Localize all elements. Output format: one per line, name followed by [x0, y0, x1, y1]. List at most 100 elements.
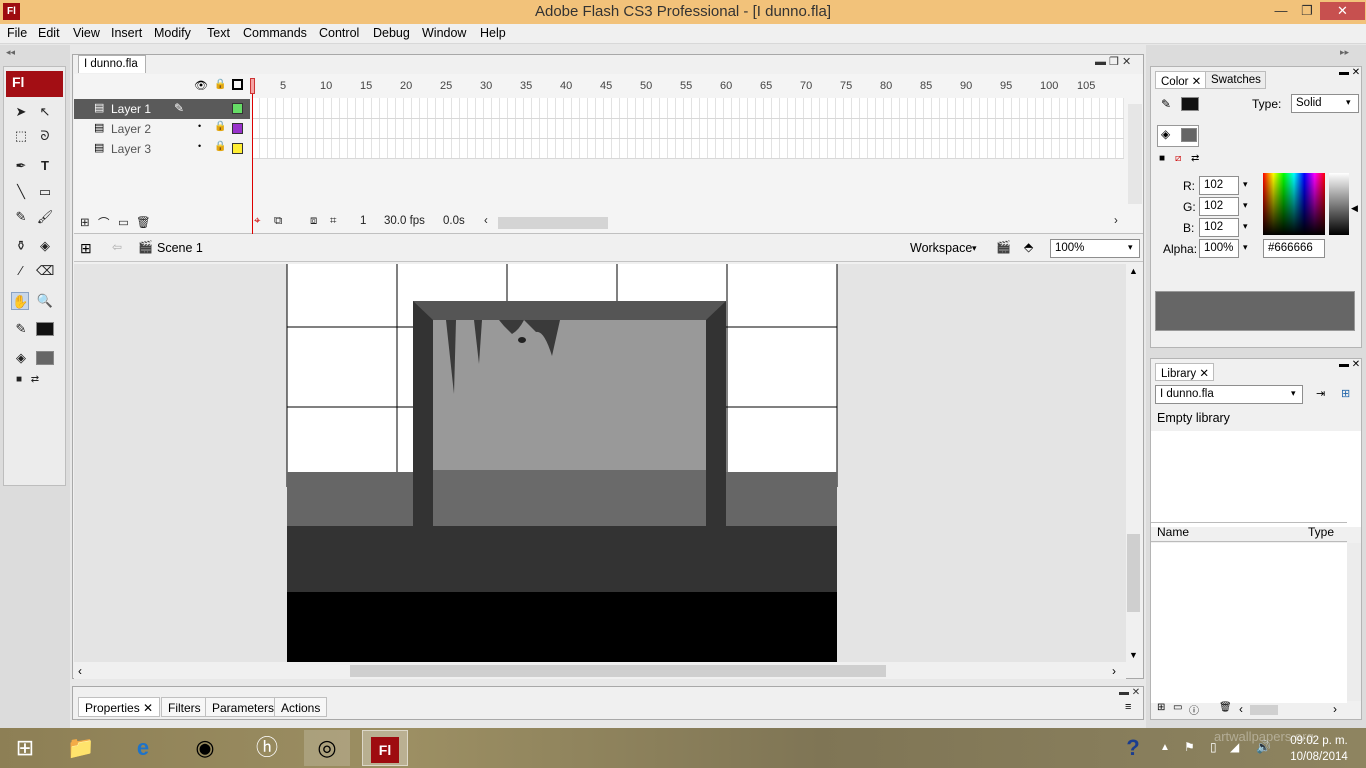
properties-icon[interactable]: ⓘ — [1189, 702, 1199, 717]
outline-icon[interactable] — [232, 79, 243, 90]
lock-icon[interactable]: 🔒 — [214, 121, 226, 132]
rectangle-tool-icon[interactable]: ▭ — [36, 183, 54, 201]
zoom-field[interactable]: 100% — [1050, 239, 1140, 258]
panel-controls[interactable]: ▬ ✕ — [1119, 687, 1140, 698]
visible-dot-icon[interactable]: • — [198, 141, 201, 151]
menu-debug[interactable]: Debug — [373, 26, 410, 40]
hp-icon[interactable]: ⓗ — [244, 730, 290, 766]
tab-filters[interactable]: Filters — [161, 697, 208, 717]
workspace-menu[interactable]: Workspace — [910, 241, 972, 255]
stage-hscroll[interactable]: ‹ › — [74, 663, 1126, 679]
library-list[interactable] — [1151, 543, 1347, 703]
flash-taskbar-icon[interactable]: Fl — [362, 730, 408, 766]
delete-icon[interactable]: 🗑 — [1219, 702, 1232, 713]
layer-row[interactable]: ▤ Layer 1 ✎ — [74, 99, 250, 119]
layer-row[interactable]: ▤ Layer 2 • 🔒 — [74, 119, 250, 139]
col-name[interactable]: Name — [1157, 525, 1189, 539]
layer-row[interactable]: ▤ Layer 3 • 🔒 — [74, 139, 250, 159]
alpha-input[interactable]: 100% — [1199, 239, 1239, 258]
green-input[interactable]: 102 — [1199, 197, 1239, 216]
scroll-right-icon[interactable]: › — [1114, 215, 1118, 227]
maximize-button[interactable]: ❐ — [1294, 2, 1320, 20]
playhead[interactable] — [250, 78, 255, 94]
scroll-left-icon[interactable]: ‹ — [1239, 702, 1243, 716]
layer-name[interactable]: Layer 2 — [111, 122, 151, 136]
fill-swatch[interactable] — [1181, 128, 1197, 142]
collapse-arrows-icon[interactable]: ◂◂ — [6, 47, 15, 58]
scroll-right-icon[interactable]: › — [1112, 664, 1116, 678]
insert-folder-icon[interactable]: ▭ — [118, 215, 129, 229]
tab-actions[interactable]: Actions — [274, 697, 328, 717]
center-frame-icon[interactable]: ⌖ — [254, 215, 260, 228]
start-button-icon[interactable]: ⊞ — [2, 730, 48, 766]
doc-window-controls[interactable]: ▬ ❐ ✕ — [1095, 55, 1131, 68]
panel-controls[interactable]: ▬ ✕ — [1339, 359, 1360, 370]
stroke-color-swatch[interactable] — [36, 322, 54, 336]
internet-explorer-icon[interactable]: e — [120, 730, 166, 766]
text-tool-icon[interactable]: T — [36, 157, 54, 175]
delete-layer-icon[interactable]: 🗑 — [136, 215, 151, 229]
onion-skin-icon[interactable]: ⧉ — [274, 215, 282, 228]
tab-color[interactable]: Color ✕ — [1155, 71, 1207, 89]
onion-outlines-icon[interactable]: ⧈ — [310, 215, 317, 228]
library-select[interactable]: I dunno.fla — [1155, 385, 1303, 404]
stage-area[interactable] — [74, 264, 1126, 662]
new-folder-icon[interactable]: ▭ — [1173, 702, 1182, 713]
pin-library-icon[interactable]: ⇥ — [1316, 387, 1325, 400]
eye-icon[interactable]: 👁 — [194, 79, 208, 92]
stroke-color-icon[interactable]: ✎ — [1161, 97, 1171, 111]
help-icon[interactable]: ? — [1110, 730, 1156, 766]
eraser-tool-icon[interactable]: ⌫ — [36, 262, 54, 280]
blue-input[interactable]: 102 — [1199, 218, 1239, 237]
eyedropper-tool-icon[interactable]: ⁄ — [12, 262, 30, 280]
edit-symbols-icon[interactable]: ⬘ — [1024, 240, 1033, 254]
menu-help[interactable]: Help — [480, 26, 506, 40]
vscroll-thumb[interactable] — [1127, 534, 1140, 612]
selection-tool-icon[interactable]: ➤ — [12, 103, 30, 121]
tab-swatches[interactable]: Swatches — [1205, 71, 1266, 89]
new-symbol-icon[interactable]: ⊞ — [1157, 702, 1165, 713]
scroll-right-icon[interactable]: › — [1333, 702, 1337, 716]
panel-menu-icon[interactable]: ≡ — [1125, 701, 1131, 713]
hex-input[interactable]: #666666 — [1263, 239, 1325, 258]
scroll-left-icon[interactable]: ‹ — [484, 215, 488, 227]
tray-up-icon[interactable]: ▲ — [1160, 742, 1170, 753]
menu-view[interactable]: View — [73, 26, 100, 40]
fill-color-swatch[interactable] — [36, 351, 54, 365]
timeline-hscroll-thumb[interactable] — [498, 217, 608, 229]
fill-color-icon[interactable]: ◈ — [12, 349, 30, 367]
zoom-tool-icon[interactable]: 🔍 — [36, 292, 54, 310]
menu-window[interactable]: Window — [422, 26, 466, 40]
blue-dropdown-icon[interactable]: ▾ — [1243, 221, 1248, 232]
paint-bucket-tool-icon[interactable]: ◈ — [36, 237, 54, 255]
edit-scene-icon[interactable]: 🎬 — [996, 240, 1011, 254]
lock-icon[interactable]: 🔒 — [214, 79, 226, 90]
type-dropdown-icon[interactable]: ▾ — [1346, 97, 1351, 108]
panel-controls[interactable]: ▬ ✕ — [1339, 67, 1360, 78]
red-dropdown-icon[interactable]: ▾ — [1243, 179, 1248, 190]
visible-dot-icon[interactable]: • — [198, 121, 201, 131]
scroll-up-icon[interactable]: ▲ — [1129, 266, 1138, 276]
layer-name[interactable]: Layer 1 — [111, 102, 151, 116]
stroke-color-icon[interactable]: ✎ — [12, 320, 30, 338]
pen-tool-icon[interactable]: ✒ — [12, 157, 30, 175]
menu-file[interactable]: File — [7, 26, 27, 40]
tab-parameters[interactable]: Parameters — [205, 697, 282, 717]
swap-colors-icon[interactable]: ⇄ — [1191, 153, 1199, 164]
stroke-swatch[interactable] — [1181, 97, 1199, 111]
alpha-dropdown-icon[interactable]: ▾ — [1243, 242, 1248, 253]
layer-name[interactable]: Layer 3 — [111, 142, 151, 156]
lasso-tool-icon[interactable]: ᘐ — [36, 127, 54, 145]
green-dropdown-icon[interactable]: ▾ — [1243, 200, 1248, 211]
chrome-icon[interactable]: ◎ — [304, 730, 350, 766]
media-center-icon[interactable]: ◉ — [182, 730, 228, 766]
flag-icon[interactable]: ⚑ — [1184, 740, 1195, 754]
back-arrow-icon[interactable]: ⇦ — [112, 240, 122, 254]
menu-commands[interactable]: Commands — [243, 26, 307, 40]
tab-properties[interactable]: Properties ✕ — [78, 697, 161, 717]
stage-vscroll[interactable]: ▲ ▼ — [1126, 264, 1142, 662]
layer-color-swatch[interactable] — [232, 123, 243, 134]
subselection-tool-icon[interactable]: ↖ — [36, 103, 54, 121]
brightness-slider[interactable] — [1329, 173, 1349, 235]
line-tool-icon[interactable]: ╲ — [12, 183, 30, 201]
